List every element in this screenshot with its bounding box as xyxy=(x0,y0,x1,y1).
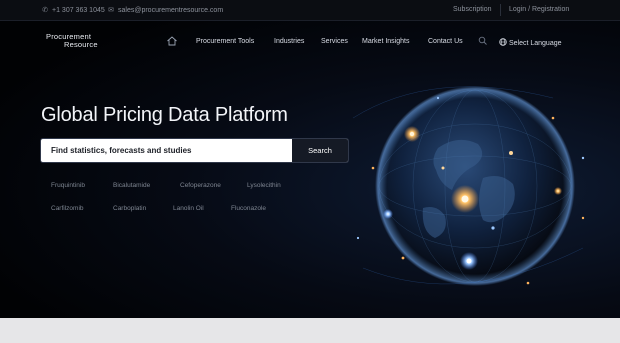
nav-item-market-insights[interactable]: Market Insights xyxy=(362,38,409,45)
phone-link[interactable]: ✆ +1 307 363 1045 xyxy=(41,6,105,15)
nav-item-procurement-tools[interactable]: Procurement Tools xyxy=(196,38,254,45)
globe-illustration xyxy=(352,86,585,286)
logo-line-2: Resource xyxy=(64,40,98,49)
nav-item-industries[interactable]: Industries xyxy=(274,38,304,45)
search-icon[interactable] xyxy=(478,36,488,48)
globe-language-icon xyxy=(499,38,509,47)
suggestion-chip[interactable]: Lanolin Oil xyxy=(173,205,204,212)
suggestion-chip[interactable]: Fruquintinib xyxy=(51,182,85,189)
divider xyxy=(500,4,501,16)
site-logo[interactable]: Procurement Resource xyxy=(46,33,116,49)
suggestion-chip[interactable]: Carboplatin xyxy=(113,205,146,212)
home-icon[interactable] xyxy=(166,35,178,49)
search-input[interactable] xyxy=(41,139,291,162)
top-bar: ✆ +1 307 363 1045 ✉ sales@procurementres… xyxy=(0,0,620,21)
suggestion-chip[interactable]: Fluconazole xyxy=(231,205,266,212)
search-form: Search xyxy=(41,139,348,162)
select-language-button[interactable]: Select Language xyxy=(499,38,562,47)
login-link[interactable]: Login / Registration xyxy=(509,6,569,13)
suggestion-chip[interactable]: Bicalutamide xyxy=(113,182,150,189)
phone-number: +1 307 363 1045 xyxy=(52,6,105,14)
phone-icon: ✆ xyxy=(42,7,48,14)
email-address: sales@procurementresource.com xyxy=(118,6,224,14)
suggestion-chip[interactable]: Cefoperazone xyxy=(180,182,221,189)
nav-item-contact-us[interactable]: Contact Us xyxy=(428,38,463,45)
email-icon: ✉ xyxy=(108,7,114,14)
select-language-label: Select Language xyxy=(508,40,562,47)
email-link[interactable]: ✉ sales@procurementresource.com xyxy=(107,6,224,15)
bottom-band xyxy=(0,318,620,343)
hero-title: Global Pricing Data Platform xyxy=(41,104,288,126)
search-button[interactable]: Search xyxy=(292,139,348,162)
nav-item-services[interactable]: Services xyxy=(321,38,348,45)
suggestion-chip[interactable]: Carfilzomib xyxy=(51,205,84,212)
page: ✆ +1 307 363 1045 ✉ sales@procurementres… xyxy=(0,0,620,343)
subscription-link[interactable]: Subscription xyxy=(453,6,492,13)
suggestion-chip[interactable]: Lysolecithin xyxy=(247,182,281,189)
